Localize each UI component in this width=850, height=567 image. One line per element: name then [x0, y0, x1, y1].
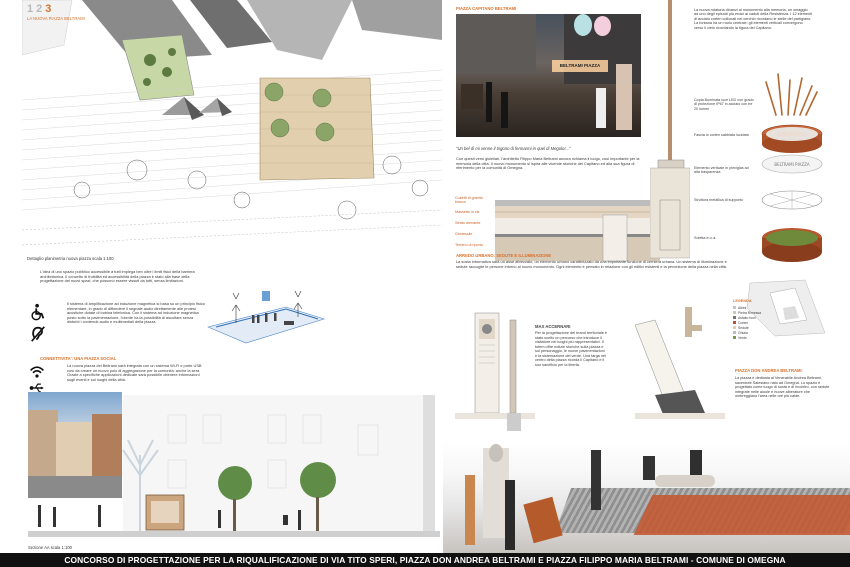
photo-heading: PIAZZA CAPITANO BELTRAMI — [456, 6, 517, 11]
wifi-heading: CONNETTIVITA': UNA PIAZZA SOCIAL — [40, 356, 117, 361]
section-label-1: Cubetti di granito bianco — [455, 196, 483, 205]
legend-item: Sedute — [738, 326, 749, 330]
photo-sign: BELTRAMI PIAZZA — [552, 60, 608, 72]
piazza-plan-drawing — [22, 0, 442, 246]
plaque-right-body: La piazza è dedicata al Venerabile Andre… — [735, 376, 830, 398]
photo-body: Con questi versi gioiellari, l'architett… — [456, 157, 640, 171]
competition-board: 123 LA NUOVA PIAZZA BELTRAMI Dettaglio p… — [0, 0, 850, 567]
plaque-right-heading: PIAZZA DON ANDREA BELTRAMI — [735, 368, 802, 373]
urban-body: La sosta informativa sarà un asse attrez… — [456, 260, 727, 269]
ring-text-top: DON ANDREA — [778, 132, 806, 137]
monument-intro: La nuova rotatoria dinanzi al monumento … — [694, 8, 812, 30]
monument-label-3: Elemento verticale in plexiglas ad alta … — [694, 166, 749, 175]
legend-item: Verde — [738, 336, 747, 340]
monument-section-drawing — [650, 0, 690, 259]
monument-label-1: Copia illuminata luce LED con grado di p… — [694, 98, 754, 111]
wheelchair-icon — [31, 303, 45, 321]
page-number-1: 1 — [27, 3, 37, 15]
section-label-5: Terreno di riporto — [455, 243, 483, 247]
page-number-2: 2 — [36, 3, 46, 15]
section-label-4: Geotessile — [455, 232, 473, 236]
monument-exploded-drawing: DON ANDREA BELTRAMI PIAZZA — [761, 73, 823, 262]
section-label-2: Massetto in cls — [455, 210, 480, 214]
night-piazza-photo: BELTRAMI PIAZZA — [456, 14, 641, 137]
monument-label-2: Fascia in corten sabbiata lucidata — [694, 133, 749, 137]
section-caption: Sezione AA scala 1:100 — [28, 545, 73, 550]
hearing-loop-icon — [31, 326, 45, 342]
legend-item: Ghiaia — [738, 331, 748, 335]
legend-item: Corten — [738, 321, 749, 325]
legend-item: Asfalto fuori — [738, 316, 756, 320]
legend-heading: LEGENDA — [733, 299, 752, 303]
monument-label-4: Struttura metallica di supporto — [694, 198, 743, 202]
accessibility-body: Il sistema di amplificazione ad induzion… — [67, 302, 205, 324]
plan-caption: Dettaglio planimetria nuova piazza scala… — [27, 256, 114, 261]
legend-list: Albini Pietra Rimessa Asfalto fuori Cort… — [733, 306, 775, 341]
photo-quote: "Un bel dì mi venne il trigono di fermar… — [456, 146, 571, 151]
footer-title: CONCORSO DI PROGETTAZIONE PER LA RIQUALI… — [0, 553, 850, 567]
wifi-icon — [30, 366, 44, 378]
ring-text-bottom: BELTRAMI PIAZZA — [774, 162, 809, 167]
urban-heading: ARREDO URBANO: SEDUTE E ILLUMINAZIONE — [456, 253, 552, 258]
section-label-3: Strato drenante — [455, 221, 481, 225]
street-elevation-drawing — [28, 395, 440, 537]
page-number-tabs: 123 — [27, 3, 54, 16]
legend-item: Albini — [738, 306, 747, 310]
monument-label-5: Soletta in c.a. — [694, 236, 717, 240]
hearing-loop-diagram — [207, 290, 326, 344]
legend-item: Pietra Rimessa — [738, 311, 761, 315]
plaque-left-body: Per la progettazione del brand territori… — [535, 331, 607, 367]
plaque-left-heading: MAX ACCERNARI — [535, 324, 571, 329]
piazza-render — [443, 440, 850, 553]
section-title: LA NUOVA PIAZZA BELTRAMI — [27, 16, 85, 21]
page-number-3: 3 — [45, 3, 55, 15]
